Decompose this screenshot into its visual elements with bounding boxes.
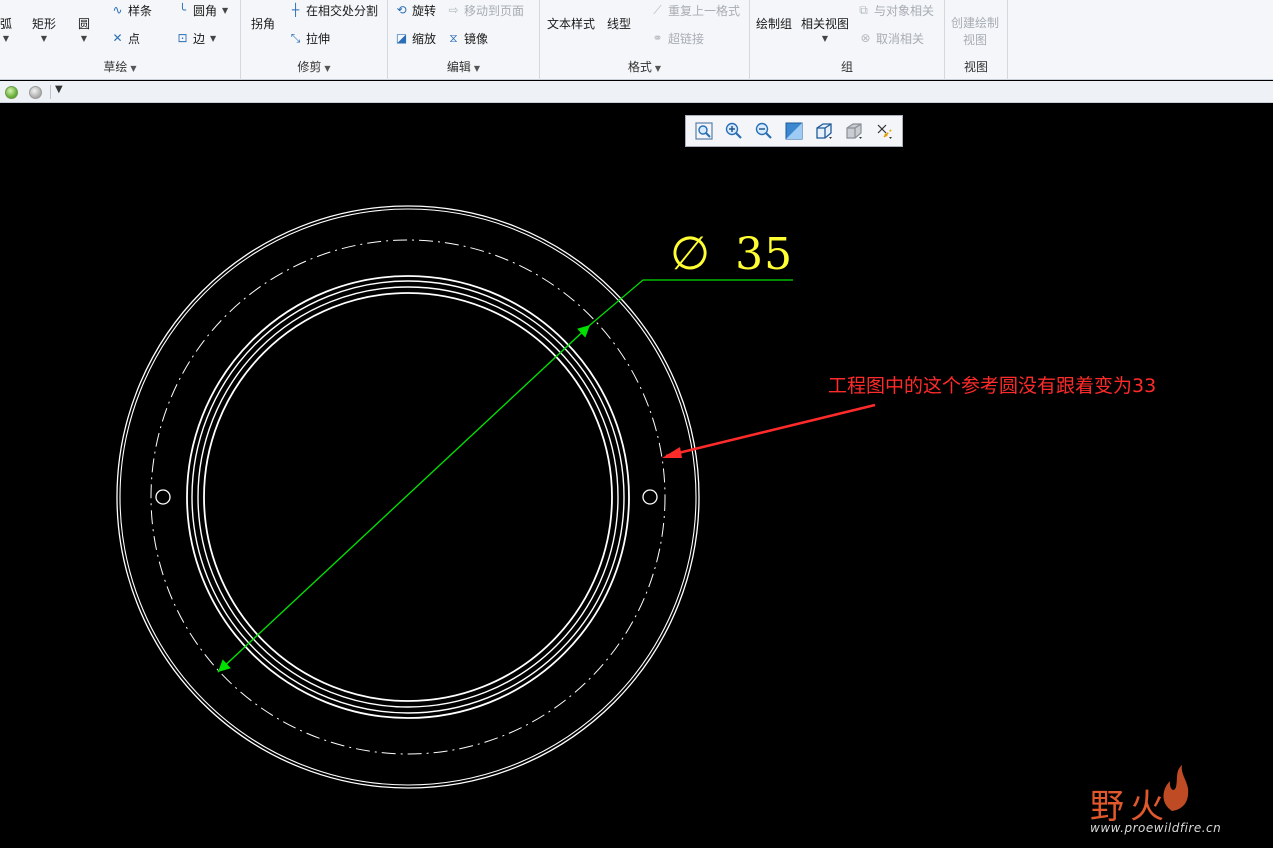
outer-circle-2[interactable]: [119, 208, 697, 786]
annotation-text: 工程图中的这个参考圆没有跟着变为33: [828, 375, 1157, 397]
datum-display-icon[interactable]: [872, 119, 896, 143]
logo-url: www.proewildfire.cn: [1090, 821, 1222, 835]
view-toolbar: [685, 115, 903, 147]
zoom-in-icon[interactable]: [722, 119, 746, 143]
reference-circle[interactable]: [150, 239, 666, 755]
display-style-icon[interactable]: [812, 119, 836, 143]
repaint-icon[interactable]: [782, 119, 806, 143]
diameter-symbol: ∅: [670, 226, 712, 280]
inner-ring-3[interactable]: [197, 286, 619, 708]
inner-ring-1[interactable]: [186, 275, 630, 719]
annotation-arrow: [665, 403, 876, 458]
bolt-hole-left[interactable]: [155, 489, 171, 505]
dimension-text[interactable]: ∅ 35: [670, 226, 794, 280]
saved-orientations-icon[interactable]: [842, 119, 866, 143]
zoom-out-icon[interactable]: [752, 119, 776, 143]
annotation-arrowhead: [662, 447, 682, 458]
drawing-graphics: [116, 205, 876, 789]
bolt-hole-right[interactable]: [642, 489, 658, 505]
inner-ring-4[interactable]: [203, 292, 613, 702]
dimension-value: 35: [735, 229, 794, 280]
app-window: 弧 ▼ 矩形 ▼ 圆 ▼ ∿ 样条 ✕ 点 ╰ 圆角 ▼ ⊡ 边 ▼ 草绘 ▼ …: [0, 0, 1273, 848]
inner-ring-2[interactable]: [191, 280, 625, 714]
refit-icon[interactable]: [692, 119, 716, 143]
dimension-line-start: [217, 324, 591, 673]
watermark-logo: 野火 www.proewildfire.cn: [1086, 765, 1266, 843]
